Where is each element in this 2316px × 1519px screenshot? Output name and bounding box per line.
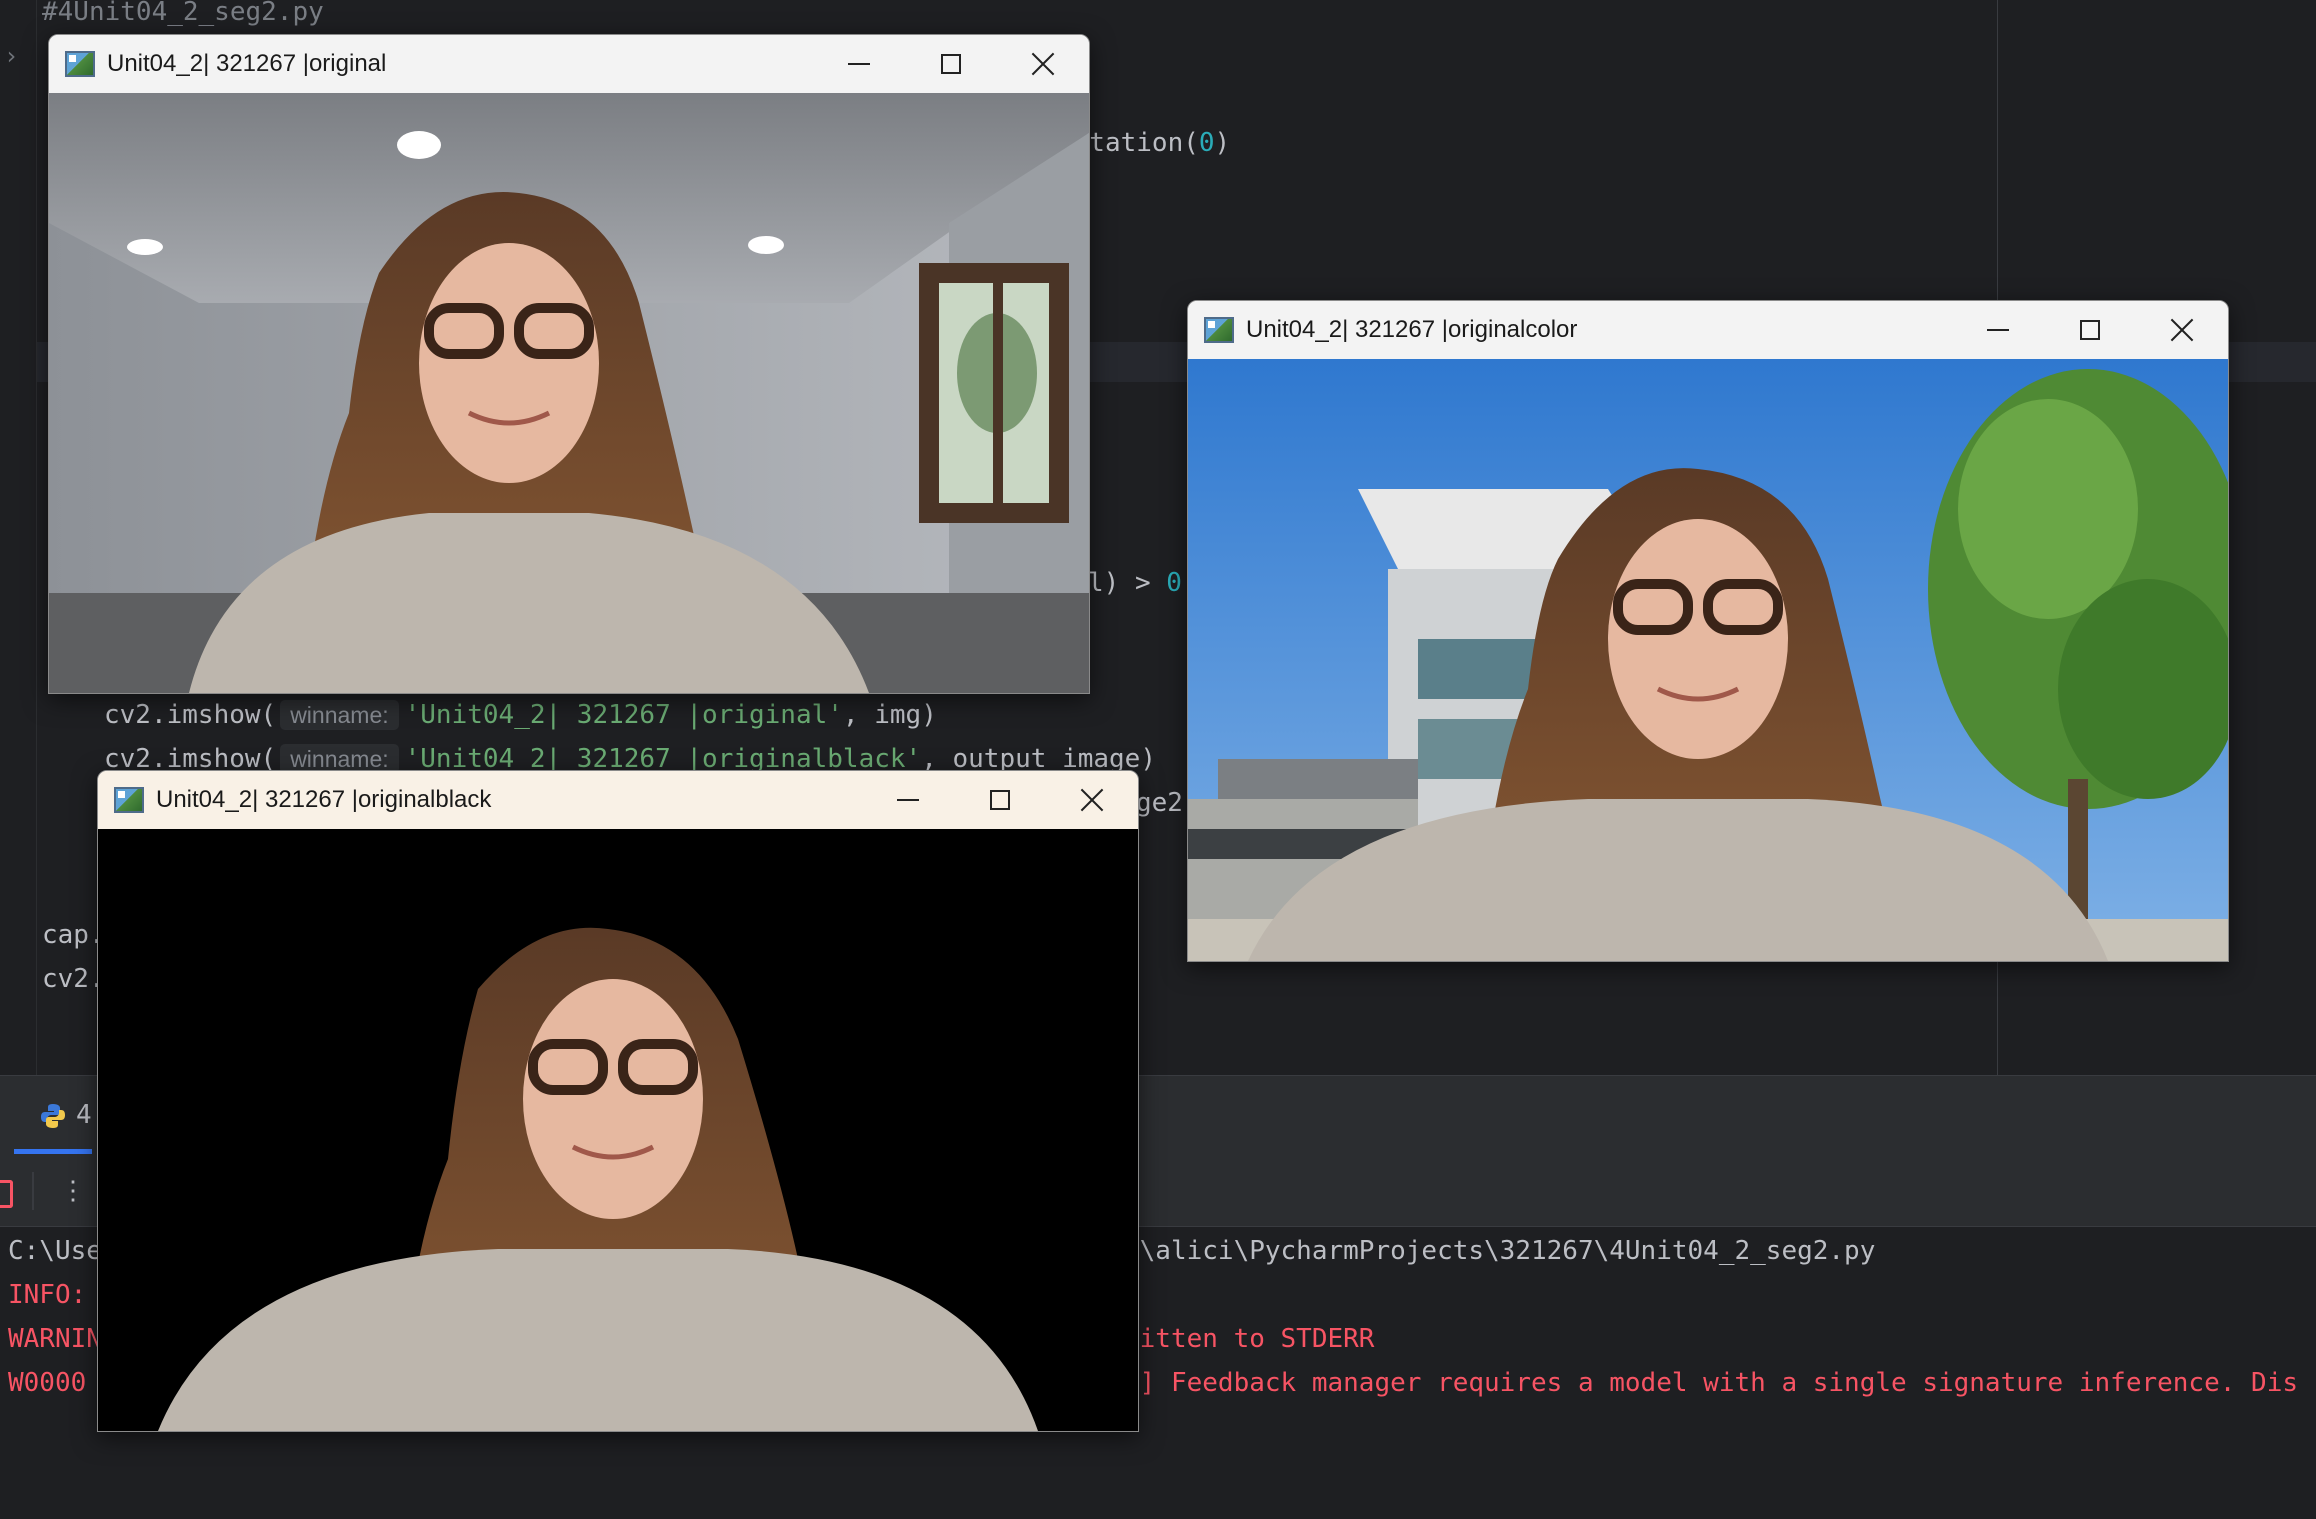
close-icon xyxy=(1080,788,1104,812)
console-line-info: INFO: xyxy=(8,1280,87,1310)
close-button[interactable] xyxy=(997,35,1089,93)
console-line-warning-left: WARNIN xyxy=(8,1324,102,1354)
code-line-imshow-original: cv2.imshow(winname: 'Unit04_2| 321267 |or… xyxy=(104,700,937,730)
composite-image xyxy=(1188,359,2228,961)
maximize-icon xyxy=(2080,320,2100,340)
composite-frame-originalcolor xyxy=(1188,359,2228,961)
toolbar-separator xyxy=(32,1172,34,1210)
webcam-frame-original xyxy=(49,93,1089,693)
window-title: Unit04_2| 321267 |originalcolor xyxy=(1246,316,1578,343)
code-line-cap: cap. xyxy=(42,920,105,950)
window-originalcolor-titlebar[interactable]: Unit04_2| 321267 |originalcolor xyxy=(1188,301,2228,359)
run-tab-indicator xyxy=(14,1149,92,1154)
code-line-cv2: cv2. xyxy=(42,964,105,994)
close-icon xyxy=(2170,318,2194,342)
minimize-icon xyxy=(848,63,870,65)
window-title: Unit04_2| 321267 |originalblack xyxy=(156,786,492,813)
segmented-image xyxy=(98,829,1138,1431)
window-original[interactable]: Unit04_2| 321267 |original xyxy=(48,34,1090,694)
webcam-image xyxy=(49,93,1089,693)
minimize-icon xyxy=(897,799,919,801)
maximize-button[interactable] xyxy=(905,35,997,93)
maximize-button[interactable] xyxy=(954,771,1046,829)
window-originalcolor[interactable]: Unit04_2| 321267 |originalcolor xyxy=(1187,300,2229,962)
editor-gutter xyxy=(0,0,37,1075)
minimize-button[interactable] xyxy=(862,771,954,829)
window-original-titlebar[interactable]: Unit04_2| 321267 |original xyxy=(49,35,1089,93)
window-originalblack-titlebar[interactable]: Unit04_2| 321267 |originalblack xyxy=(98,771,1138,829)
close-button[interactable] xyxy=(2136,301,2228,359)
minimize-button[interactable] xyxy=(1952,301,2044,359)
opencv-app-icon xyxy=(1204,317,1234,343)
param-hint-winname: winname: xyxy=(280,700,399,730)
maximize-icon xyxy=(941,54,961,74)
maximize-button[interactable] xyxy=(2044,301,2136,359)
segmented-frame-originalblack xyxy=(98,829,1138,1431)
window-originalblack[interactable]: Unit04_2| 321267 |originalblack xyxy=(97,770,1139,1432)
fold-chevron-icon[interactable]: › xyxy=(4,42,18,70)
python-icon xyxy=(41,1104,65,1128)
console-line-path-left: C:\Use xyxy=(8,1236,102,1266)
console-line-w0000-right: s] Feedback manager requires a model wit… xyxy=(1124,1368,2298,1398)
close-icon xyxy=(1031,52,1055,76)
window-title: Unit04_2| 321267 |original xyxy=(107,50,387,77)
minimize-icon xyxy=(1987,329,2009,331)
close-button[interactable] xyxy=(1046,771,1138,829)
console-line-warning-right: ritten to STDERR xyxy=(1124,1324,1375,1354)
console-line-path-right: s\alici\PycharmProjects\321267\4Unit04_2… xyxy=(1124,1236,1876,1266)
opencv-app-icon xyxy=(114,787,144,813)
minimize-button[interactable] xyxy=(813,35,905,93)
code-line-fragment-ge2: ge2 xyxy=(1136,788,1183,818)
maximize-icon xyxy=(990,790,1010,810)
stop-icon[interactable] xyxy=(0,1180,13,1208)
code-line-comment: #4Unit04_2_seg2.py xyxy=(42,0,324,27)
run-tab-label[interactable]: 4 xyxy=(76,1100,92,1130)
code-line-fragment-condition: l) > 0. xyxy=(1088,568,1198,598)
more-options-icon[interactable]: ⋮ xyxy=(60,1172,86,1210)
console-line-w0000-left: W0000 xyxy=(8,1368,87,1398)
opencv-app-icon xyxy=(65,51,95,77)
